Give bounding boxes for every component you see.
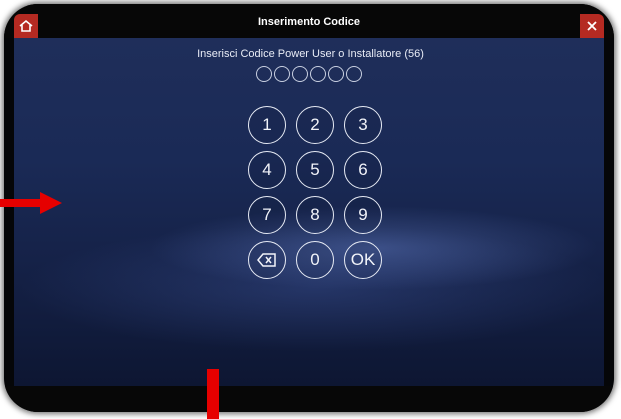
code-prompt: Inserisci Codice Power User o Installato…: [197, 48, 424, 60]
key-9[interactable]: 9: [344, 196, 382, 234]
backspace-icon: [257, 253, 276, 267]
code-dot: [256, 66, 272, 82]
top-bar: Inserimento Codice: [4, 4, 614, 38]
ok-button[interactable]: OK: [344, 241, 382, 279]
key-5[interactable]: 5: [296, 151, 334, 189]
code-dots: [256, 66, 380, 82]
home-button[interactable]: [14, 14, 38, 38]
code-dot: [274, 66, 290, 82]
close-icon: [587, 21, 597, 31]
backspace-button[interactable]: [248, 241, 286, 279]
key-2[interactable]: 2: [296, 106, 334, 144]
keypad: 1 2 3 4 5 6 7 8 9 0 OK: [246, 104, 384, 290]
key-0[interactable]: 0: [296, 241, 334, 279]
annotation-marker-bottom: [207, 369, 219, 419]
key-6[interactable]: 6: [344, 151, 382, 189]
code-dot: [292, 66, 308, 82]
bottom-bar: [4, 386, 614, 412]
key-8[interactable]: 8: [296, 196, 334, 234]
window-title: Inserimento Codice: [257, 16, 361, 28]
key-4[interactable]: 4: [248, 151, 286, 189]
close-button[interactable]: [580, 14, 604, 38]
key-1[interactable]: 1: [248, 106, 286, 144]
code-dot: [328, 66, 344, 82]
key-3[interactable]: 3: [344, 106, 382, 144]
code-dot: [346, 66, 362, 82]
key-7[interactable]: 7: [248, 196, 286, 234]
home-icon: [19, 19, 33, 32]
annotation-arrow-right: [0, 192, 62, 214]
code-dot: [310, 66, 326, 82]
